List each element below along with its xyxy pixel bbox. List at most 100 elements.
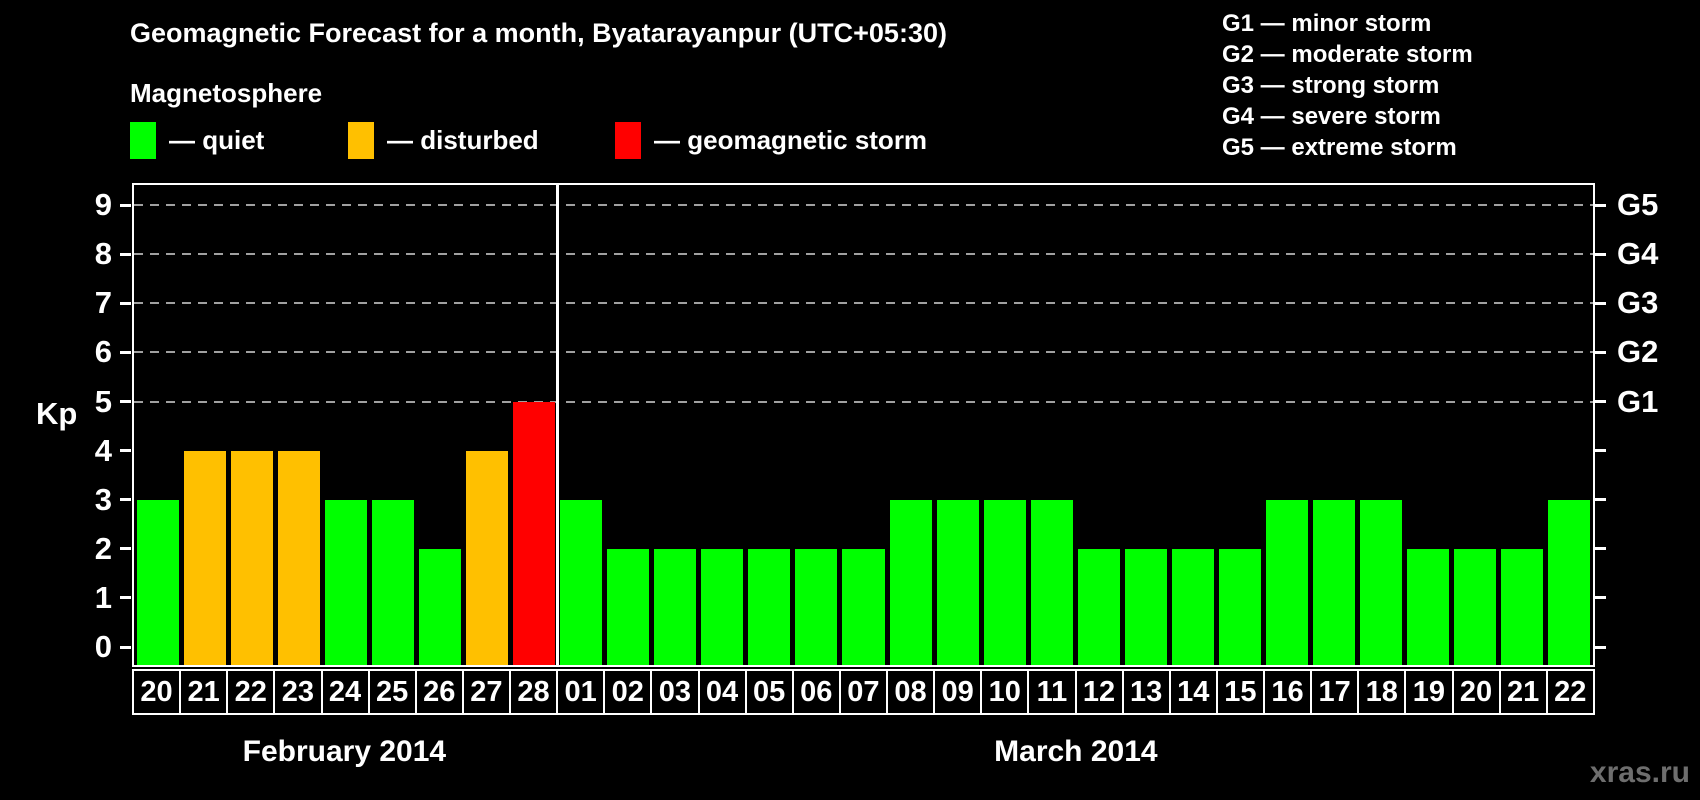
- day-slot: [840, 185, 887, 665]
- right-tick-kp1: [1595, 596, 1606, 600]
- bar-13: [1124, 548, 1167, 665]
- g-legend-line: G3 — strong storm: [1222, 72, 1440, 99]
- right-tick-kp6: [1595, 350, 1606, 354]
- day-slot: [1499, 185, 1546, 665]
- month-label-march: March 2014: [994, 735, 1158, 768]
- bar-21: [183, 450, 226, 665]
- date-cell: 24: [320, 669, 370, 715]
- page-title: Geomagnetic Forecast for a month, Byatar…: [130, 18, 947, 48]
- date-cell: 01: [556, 669, 606, 715]
- left-tick-kp4: [120, 449, 131, 453]
- bar-02: [607, 548, 650, 665]
- watermark: xras.ru: [1589, 756, 1690, 789]
- y-tick-label-8: 8: [94, 236, 112, 272]
- bar-25: [371, 499, 414, 665]
- legend-label: — disturbed: [387, 124, 539, 155]
- bar-22: [1548, 499, 1591, 665]
- date-cell: 02: [603, 669, 653, 715]
- date-cell: 11: [1027, 669, 1077, 715]
- date-cell: 10: [980, 669, 1030, 715]
- bar-09: [936, 499, 979, 665]
- g-legend-line: G5 — extreme storm: [1222, 134, 1457, 161]
- day-slot: [793, 185, 840, 665]
- legend-item-storm: — geomagnetic storm: [615, 120, 927, 160]
- date-cell: 26: [414, 669, 464, 715]
- day-slot: [416, 185, 463, 665]
- day-slot: [887, 185, 934, 665]
- left-tick-kp1: [120, 596, 131, 600]
- bar-01: [560, 499, 603, 665]
- day-slot: [1028, 185, 1075, 665]
- legend-swatch-quiet: [130, 121, 156, 159]
- day-slot: [1311, 185, 1358, 665]
- date-cell: 08: [886, 669, 936, 715]
- y-tick-label-4: 4: [94, 432, 112, 468]
- g-scale-legend: G1 — minor storm G2 — moderate storm G3 — …: [1222, 8, 1473, 163]
- day-slot: [228, 185, 275, 665]
- bar-28: [513, 401, 556, 665]
- day-slot: [1452, 185, 1499, 665]
- day-slot: [1216, 185, 1263, 665]
- bar-20: [136, 499, 179, 665]
- legend-item-disturbed: — disturbed: [348, 120, 539, 160]
- right-tick-kp3: [1595, 498, 1606, 502]
- bar-11: [1030, 499, 1073, 665]
- plot-area: [132, 183, 1595, 667]
- bar-06: [795, 548, 838, 665]
- day-slot: [181, 185, 228, 665]
- y-tick-label-6: 6: [94, 334, 112, 370]
- bar-21: [1501, 548, 1544, 665]
- date-cell: 15: [1215, 669, 1265, 715]
- legend-item-quiet: — quiet: [130, 120, 264, 160]
- bar-08: [889, 499, 932, 665]
- left-tick-kp0: [120, 645, 131, 649]
- left-tick-kp2: [120, 547, 131, 551]
- day-slot: [652, 185, 699, 665]
- geomagnetic-forecast-chart: Geomagnetic Forecast for a month, Byatar…: [0, 0, 1700, 800]
- date-cell: 22: [1545, 669, 1595, 715]
- day-slot: [1405, 185, 1452, 665]
- date-cell: 16: [1263, 669, 1313, 715]
- bar-07: [842, 548, 885, 665]
- bars: [134, 185, 1593, 665]
- right-axis-label-G1: G1: [1617, 383, 1659, 419]
- date-cell: 17: [1310, 669, 1360, 715]
- date-cell: 25: [367, 669, 417, 715]
- date-cell: 23: [273, 669, 323, 715]
- right-tick-kp5: [1595, 400, 1606, 403]
- right-tick-kp8: [1595, 252, 1606, 256]
- right-axis-label-G2: G2: [1617, 334, 1659, 370]
- date-cell: 18: [1357, 669, 1407, 715]
- right-axis-label-G3: G3: [1617, 285, 1659, 321]
- date-cell: 28: [509, 669, 559, 715]
- date-cell: 22: [226, 669, 276, 715]
- y-tick-label-7: 7: [94, 285, 112, 321]
- day-slot: [1169, 185, 1216, 665]
- date-cell: 03: [650, 669, 700, 715]
- bar-18: [1360, 499, 1403, 665]
- date-cell: 21: [179, 669, 229, 715]
- day-slot: [699, 185, 746, 665]
- bar-03: [654, 548, 697, 665]
- plot-inner: [134, 185, 1593, 665]
- day-slot: [1075, 185, 1122, 665]
- bar-23: [277, 450, 320, 665]
- right-tick-kp0: [1595, 645, 1606, 649]
- bar-15: [1218, 548, 1261, 665]
- left-tick-kp8: [120, 252, 131, 256]
- date-cell: 05: [744, 669, 794, 715]
- date-cell: 20: [132, 669, 182, 715]
- date-cell: 12: [1074, 669, 1124, 715]
- g-legend-line: G2 — moderate storm: [1222, 41, 1473, 68]
- legend-label: — geomagnetic storm: [654, 124, 928, 155]
- left-tick-kp7: [120, 301, 131, 305]
- date-cell: 14: [1168, 669, 1218, 715]
- y-tick-label-3: 3: [94, 481, 112, 517]
- bar-05: [748, 548, 791, 665]
- left-tick-kp5: [120, 400, 131, 403]
- legend-label: — quiet: [169, 124, 265, 155]
- left-tick-kp3: [120, 498, 131, 502]
- bar-22: [230, 450, 273, 665]
- day-slot: [746, 185, 793, 665]
- right-tick-kp4: [1595, 449, 1606, 453]
